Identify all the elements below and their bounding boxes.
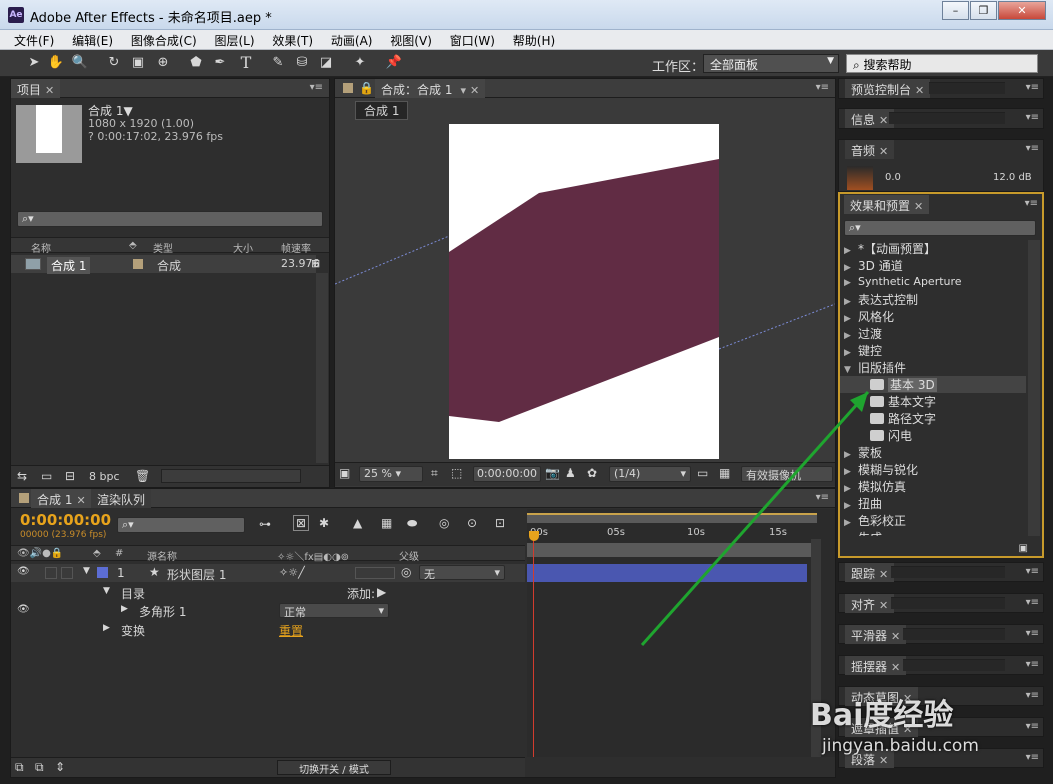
watermark-logo: Bai度经验 — [810, 698, 954, 733]
watermark-url: jingyan.baidu.com — [822, 736, 979, 756]
annotation-arrow — [640, 391, 870, 646]
